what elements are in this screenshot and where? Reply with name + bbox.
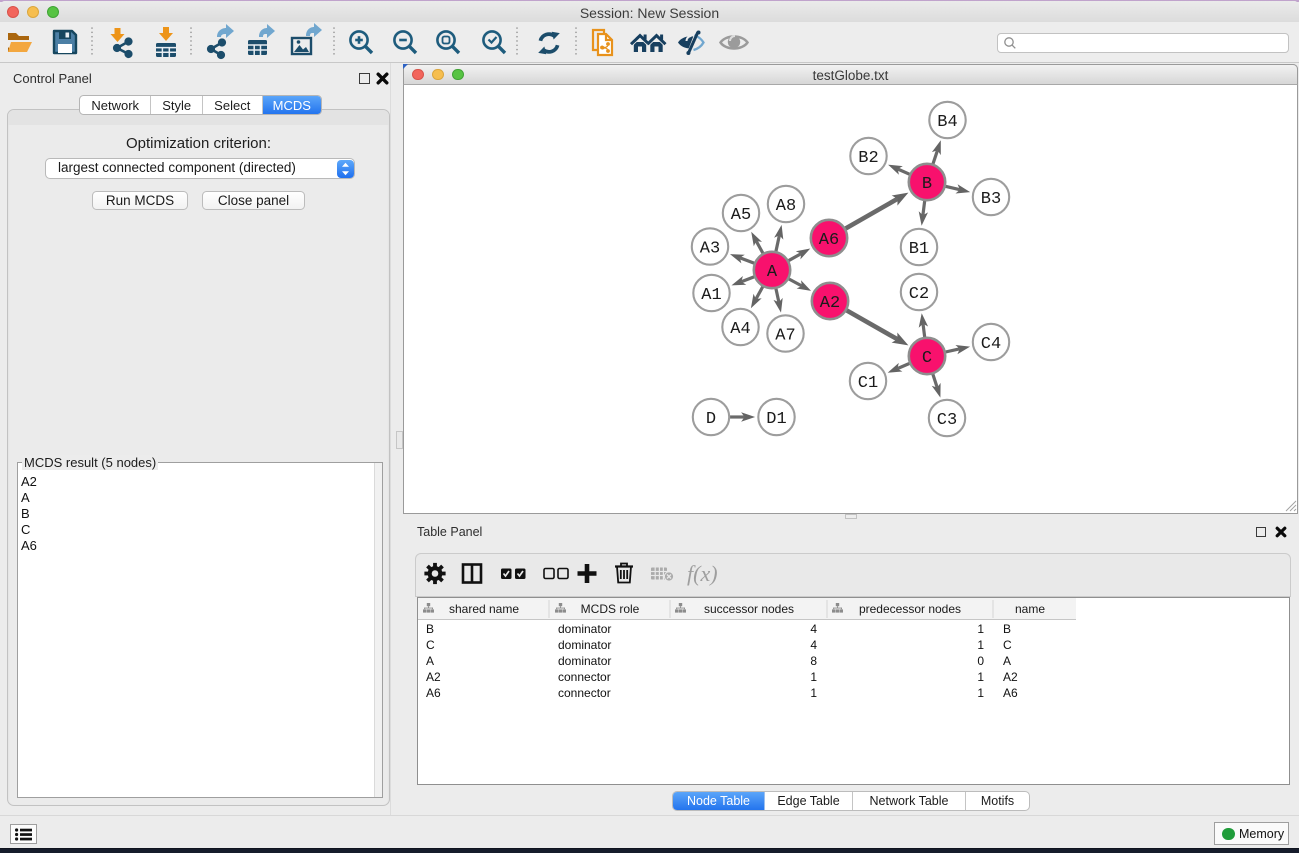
svg-text:f(x): f(x): [687, 561, 718, 586]
svg-text:A4: A4: [730, 320, 750, 339]
svg-text:B4: B4: [937, 113, 957, 132]
svg-text:C2: C2: [909, 285, 929, 304]
svg-text:1: 1: [810, 686, 817, 700]
svg-text:MCDS role: MCDS role: [581, 602, 640, 616]
svg-text:D1: D1: [766, 410, 786, 429]
svg-text:B: B: [922, 175, 932, 194]
svg-text:connector: connector: [558, 686, 611, 700]
svg-text:1: 1: [977, 670, 984, 684]
svg-text:A: A: [426, 654, 434, 668]
svg-text:B1: B1: [909, 240, 929, 259]
svg-text:0: 0: [977, 654, 984, 668]
svg-text:B2: B2: [858, 149, 878, 168]
svg-text:A2: A2: [426, 670, 441, 684]
svg-text:1: 1: [810, 670, 817, 684]
svg-text:dominator: dominator: [558, 638, 611, 652]
svg-text:A5: A5: [731, 206, 751, 225]
svg-text:shared name: shared name: [449, 602, 519, 616]
svg-text:A6: A6: [426, 686, 441, 700]
svg-text:A8: A8: [776, 197, 796, 216]
svg-text:A6: A6: [1003, 686, 1018, 700]
svg-text:4: 4: [810, 622, 817, 636]
svg-text:B: B: [426, 622, 434, 636]
svg-text:A: A: [1003, 654, 1011, 668]
svg-text:C: C: [426, 638, 435, 652]
svg-text:B: B: [1003, 622, 1011, 636]
svg-text:dominator: dominator: [558, 654, 611, 668]
svg-text:A6: A6: [819, 231, 839, 250]
svg-text:D: D: [706, 410, 716, 429]
svg-text:1: 1: [977, 638, 984, 652]
svg-text:connector: connector: [558, 670, 611, 684]
svg-text:C4: C4: [981, 335, 1001, 354]
svg-text:successor nodes: successor nodes: [704, 602, 794, 616]
svg-text:A2: A2: [1003, 670, 1018, 684]
svg-text:1: 1: [977, 622, 984, 636]
svg-text:predecessor nodes: predecessor nodes: [859, 602, 961, 616]
svg-text:C3: C3: [937, 411, 957, 430]
svg-text:B3: B3: [981, 190, 1001, 209]
svg-text:A: A: [767, 263, 778, 282]
svg-text:8: 8: [810, 654, 817, 668]
svg-text:name: name: [1015, 602, 1045, 616]
svg-text:1: 1: [977, 686, 984, 700]
svg-text:C: C: [1003, 638, 1012, 652]
svg-text:A1: A1: [701, 286, 721, 305]
svg-text:A3: A3: [700, 239, 720, 258]
svg-text:4: 4: [810, 638, 817, 652]
svg-text:dominator: dominator: [558, 622, 611, 636]
svg-text:A2: A2: [820, 294, 840, 313]
svg-text:C: C: [922, 349, 932, 368]
svg-text:C1: C1: [858, 374, 878, 393]
svg-text:A7: A7: [775, 326, 795, 345]
